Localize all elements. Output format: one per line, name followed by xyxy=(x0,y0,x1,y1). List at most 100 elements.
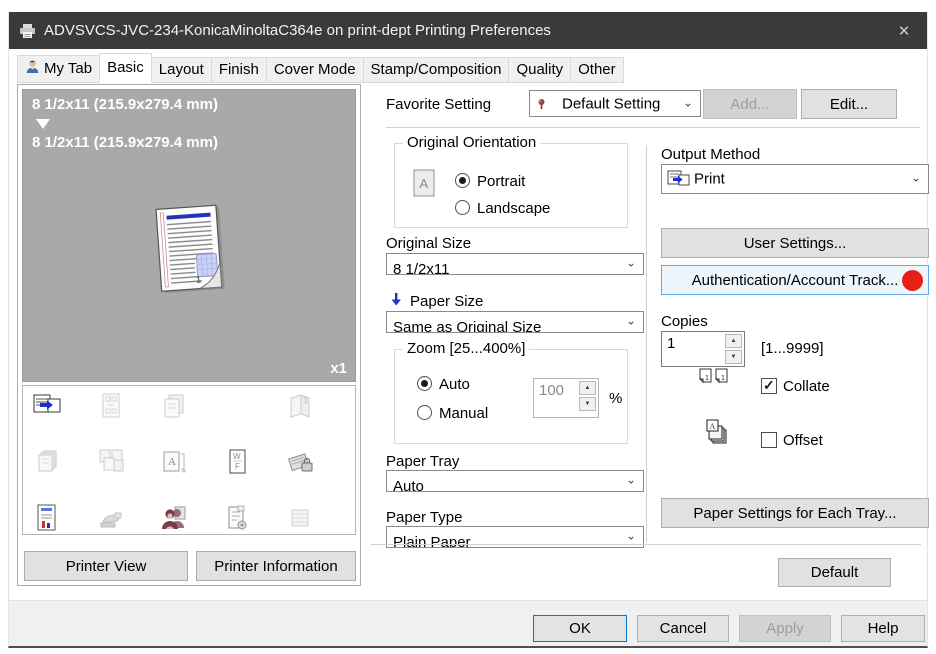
divider xyxy=(386,127,920,128)
paper-stack-icon xyxy=(285,504,315,532)
tab-finish[interactable]: Finish xyxy=(211,57,267,83)
combination-icon xyxy=(159,392,189,420)
portrait-radio[interactable] xyxy=(455,173,470,188)
help-button[interactable]: Help xyxy=(841,615,925,642)
printer-icon xyxy=(19,23,36,39)
preview-panel: 8 1/2x11 (215.9x279.4 mm) 8 1/2x11 (215.… xyxy=(17,84,361,586)
tab-quality[interactable]: Quality xyxy=(508,57,571,83)
favorite-setting-label: Favorite Setting xyxy=(386,96,491,113)
default-button[interactable]: Default xyxy=(778,558,891,587)
printer-view-button[interactable]: Printer View xyxy=(24,551,188,581)
tab-basic[interactable]: Basic xyxy=(99,53,152,83)
staple-icon xyxy=(96,504,126,532)
user-settings-button[interactable]: User Settings... xyxy=(661,228,929,258)
svg-text:F: F xyxy=(235,462,240,471)
print-output-icon xyxy=(667,169,691,189)
ok-button[interactable]: OK xyxy=(533,615,627,642)
scale-badge: x1 xyxy=(330,360,347,377)
tab-label: My Tab xyxy=(44,60,92,77)
page-preview-area: 8 1/2x11 (215.9x279.4 mm) 8 1/2x11 (215.… xyxy=(22,89,356,382)
authentication-button-label: Authentication/Account Track... xyxy=(692,272,899,289)
zoom-value: 100 xyxy=(539,382,564,399)
spin-down-icon[interactable]: ▼ xyxy=(725,350,742,364)
chevron-down-icon: ⌄ xyxy=(683,95,693,109)
copies-icon xyxy=(33,448,63,476)
apply-button[interactable]: Apply xyxy=(739,615,831,642)
printer-information-button[interactable]: Printer Information xyxy=(196,551,356,581)
favorite-setting-value: Default Setting xyxy=(562,95,660,112)
color-document-icon xyxy=(33,504,63,532)
tab-label: Finish xyxy=(219,61,259,78)
copies-label: Copies xyxy=(661,313,708,330)
favorite-setting-icon xyxy=(535,97,548,110)
close-button[interactable]: ✕ xyxy=(881,12,927,49)
chevron-down-icon: ⌄ xyxy=(626,255,636,269)
paper-tray-label: Paper Tray xyxy=(386,453,459,470)
tab-label: Other xyxy=(578,61,616,78)
zoom-manual-radio[interactable] xyxy=(417,405,432,420)
paper-tray-select[interactable]: Auto ⌄ xyxy=(386,470,644,492)
collate-pages-icon xyxy=(96,448,126,476)
offset-checkbox[interactable] xyxy=(761,432,777,448)
portrait-label[interactable]: Portrait xyxy=(477,173,525,190)
cancel-button[interactable]: Cancel xyxy=(637,615,729,642)
tab-other[interactable]: Other xyxy=(570,57,624,83)
collate-icon: 11 xyxy=(697,366,733,401)
output-method-select[interactable]: Print ⌄ xyxy=(661,164,929,194)
svg-text:3: 3 xyxy=(303,396,308,405)
spin-down-icon[interactable]: ▼ xyxy=(579,397,596,411)
zoom-auto-radio[interactable] xyxy=(417,376,432,391)
paper-size-select[interactable]: Same as Original Size ⌄ xyxy=(386,311,644,333)
tab-label: Quality xyxy=(516,61,563,78)
original-size-label: Original Size xyxy=(386,235,471,252)
chevron-down-icon: ⌄ xyxy=(626,313,636,327)
divider xyxy=(371,544,921,545)
add-button[interactable]: Add... xyxy=(703,89,797,119)
chevron-down-icon: ⌄ xyxy=(626,472,636,486)
original-size-select[interactable]: 8 1/2x11 ⌄ xyxy=(386,253,644,275)
offset-label[interactable]: Offset xyxy=(783,432,823,449)
zoom-manual-label[interactable]: Manual xyxy=(439,405,488,422)
window-title: ADVSVCS-JVC-234-KonicaMinoltaC364e on pr… xyxy=(44,22,551,39)
original-size-icon xyxy=(96,392,126,420)
job-settings-icon xyxy=(222,504,252,532)
svg-text:A: A xyxy=(420,176,429,191)
tab-strip: My Tab Basic Layout Finish Cover Mode St… xyxy=(17,56,623,83)
tab-label: Layout xyxy=(159,61,204,78)
favorite-setting-select[interactable]: Default Setting ⌄ xyxy=(529,90,701,117)
collate-label[interactable]: Collate xyxy=(783,378,830,395)
svg-text:1: 1 xyxy=(721,375,725,382)
authentication-account-track-button[interactable]: Authentication/Account Track... xyxy=(661,265,929,295)
preview-page-thumbnail-icon: 1 xyxy=(150,203,234,304)
collate-checkbox[interactable] xyxy=(761,378,777,394)
landscape-label[interactable]: Landscape xyxy=(477,200,550,217)
preview-output-size: 8 1/2x11 (215.9x279.4 mm) xyxy=(32,134,218,151)
tab-label: Stamp/Composition xyxy=(371,61,502,78)
spin-up-icon[interactable]: ▲ xyxy=(725,334,742,348)
preview-page-number: 1 xyxy=(196,274,202,284)
paper-size-label: Paper Size xyxy=(410,293,483,310)
paper-tray-value: Auto xyxy=(393,478,424,492)
offset-icon: A xyxy=(703,418,733,455)
paper-settings-each-tray-button[interactable]: Paper Settings for Each Tray... xyxy=(661,498,929,528)
zoom-value-spinner[interactable]: 100 ▲ ▼ xyxy=(533,378,599,418)
tab-stamp-composition[interactable]: Stamp/Composition xyxy=(363,57,510,83)
portrait-page-icon: A xyxy=(413,169,435,202)
copies-spinner[interactable]: 1 ▲ ▼ xyxy=(661,331,745,367)
paper-type-label: Paper Type xyxy=(386,509,462,526)
printing-preferences-dialog: ADVSVCS-JVC-234-KonicaMinoltaC364e on pr… xyxy=(8,12,928,648)
paper-size-value: Same as Original Size xyxy=(393,319,541,333)
tab-layout[interactable]: Layout xyxy=(151,57,212,83)
tab-my-tab[interactable]: My Tab xyxy=(17,55,100,83)
zoom-auto-label[interactable]: Auto xyxy=(439,376,470,393)
landscape-radio[interactable] xyxy=(455,200,470,215)
edit-button[interactable]: Edit... xyxy=(801,89,897,119)
svg-text:A: A xyxy=(168,456,176,468)
watermark-icon: WF xyxy=(222,448,252,476)
spin-up-icon[interactable]: ▲ xyxy=(579,381,596,395)
svg-text:A: A xyxy=(710,422,716,431)
tab-cover-mode[interactable]: Cover Mode xyxy=(266,57,364,83)
paper-type-value: Plain Paper xyxy=(393,534,471,548)
original-size-value: 8 1/2x11 xyxy=(393,261,449,275)
paper-size-arrow-icon xyxy=(390,292,402,312)
